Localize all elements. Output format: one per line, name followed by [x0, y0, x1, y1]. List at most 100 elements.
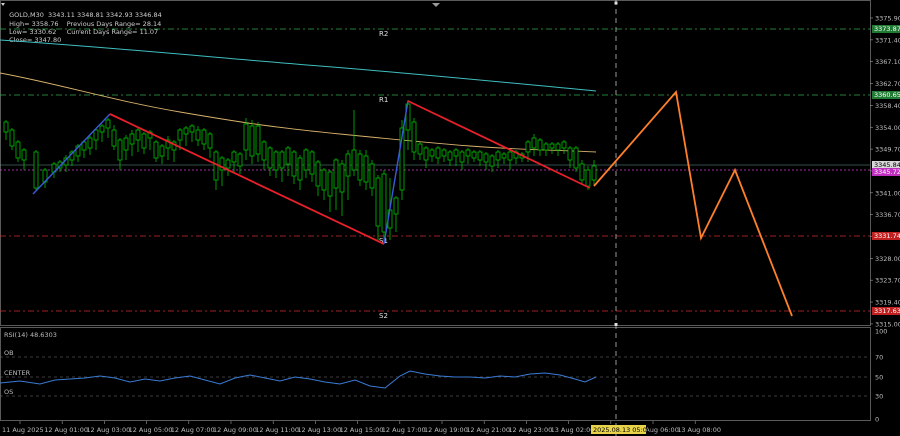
candle-body [501, 153, 507, 159]
candle-body [279, 151, 285, 169]
price-tick-label: 3354.00 [875, 124, 900, 132]
candle-body [213, 151, 219, 181]
candle-body [375, 177, 381, 227]
projection-path [593, 89, 793, 317]
price-tick-label: 3371.40 [875, 36, 900, 44]
candle-body [489, 155, 495, 167]
candle-body [285, 147, 291, 165]
scroll-marker-icon[interactable] [432, 3, 440, 7]
candle-body [177, 129, 183, 141]
rsi-ob-label: OB [4, 349, 14, 357]
time-label: 12 Aug 11:00 [255, 426, 299, 434]
candle-body [351, 149, 357, 171]
candle-body [453, 149, 459, 157]
time-label: 12 Aug 13:00 [297, 426, 341, 434]
header-dropdown-icon[interactable] [1, 3, 5, 6]
r2-price-tag-text: 3373.87 [874, 25, 900, 33]
candle-body [249, 125, 255, 157]
rsi-os-label: OS [4, 388, 13, 396]
slow-moving-average [0, 39, 597, 92]
candle-body [225, 159, 231, 169]
candle-body [159, 145, 165, 157]
rsi-tick-label: 70 [875, 354, 883, 362]
blue-trend-line-1 [32, 113, 111, 195]
candle-body [87, 137, 93, 149]
close-price-tag-text: 3345.72 [874, 168, 900, 176]
time-label: 13 Aug 08:00 [677, 426, 721, 434]
candle-body [369, 163, 375, 189]
time-label: 12 Aug 01:00 [44, 426, 88, 434]
candle-body [141, 133, 147, 149]
candle-body [525, 141, 531, 153]
time-label: 12 Aug 09:00 [213, 426, 257, 434]
candle-body [309, 151, 315, 175]
candle-body [495, 151, 501, 161]
time-label: 12 Aug 03:00 [86, 426, 130, 434]
time-highlight-text: 2025.08.13 05:00 [593, 426, 651, 434]
price-tick-label: 3319.40 [875, 299, 900, 307]
candle-body [129, 133, 135, 145]
candle-body [363, 155, 369, 183]
candle-body [117, 139, 123, 161]
candle-body [201, 129, 207, 145]
s1-price-tag-text: 3331.74 [874, 232, 900, 240]
candle-body [393, 197, 399, 215]
candle-body [555, 143, 561, 151]
candle-body [231, 151, 237, 163]
candle-body [441, 149, 447, 157]
candle-body [105, 119, 111, 129]
candle-body [447, 151, 453, 161]
time-label: 12 Aug 21:00 [466, 426, 510, 434]
candle-body [333, 159, 339, 189]
candle-body [255, 125, 261, 155]
candle-body [321, 169, 327, 191]
rsi-axis: 100 70 50 30 0 [875, 328, 887, 424]
main-panel-frame [0, 0, 871, 326]
candle-body [591, 165, 597, 181]
candle-body [237, 153, 243, 167]
time-label: 12 Aug 17:00 [382, 426, 426, 434]
r1-price-tag-text: 3360.65 [874, 91, 900, 99]
rsi-tick-label: 0 [875, 416, 879, 424]
candle-body [183, 127, 189, 135]
price-tick-label: 3375.90 [875, 15, 900, 23]
candle-body [261, 141, 267, 161]
candle-body [429, 149, 435, 157]
candle-body [303, 149, 309, 171]
candle-body [531, 137, 537, 149]
s2-price-tag-text: 3317.63 [874, 307, 900, 315]
rsi-tick-label: 30 [875, 393, 883, 401]
candle-body [21, 149, 27, 161]
candle-body [207, 133, 213, 149]
time-cursor-handle-bottom[interactable] [614, 323, 618, 326]
time-cursor-handle[interactable] [614, 1, 618, 5]
rsi-tick-label: 100 [875, 328, 887, 336]
candle-body [291, 151, 297, 177]
candle-body [273, 151, 279, 171]
candle-body [507, 151, 513, 161]
candle-body [435, 147, 441, 159]
price-tick-label: 3323.70 [875, 277, 900, 285]
candle-body [339, 163, 345, 193]
price-chart[interactable]: R2 R1 S1 S2 3375.903371.403367.103362.70… [0, 0, 900, 436]
candle-body [195, 129, 201, 141]
candle-body [483, 153, 489, 163]
time-label: 12 Aug 19:00 [424, 426, 468, 434]
candle-body [15, 141, 21, 159]
candle-body [411, 121, 417, 153]
candle-body [471, 151, 477, 159]
candle-body [465, 149, 471, 157]
time-label: 11 Aug 2025 [2, 426, 44, 434]
price-tick-label: 3349.70 [875, 146, 900, 154]
candle-body [153, 141, 159, 159]
candle-body [99, 125, 105, 133]
candle-body [315, 161, 321, 187]
candle-body [9, 129, 15, 147]
s2-label: S2 [379, 312, 388, 320]
candle-body [267, 147, 273, 169]
r1-label: R1 [379, 96, 388, 104]
rsi-tick-label: 50 [875, 374, 883, 382]
candle-body [297, 157, 303, 181]
candle-body [567, 147, 573, 161]
candle-body [459, 151, 465, 163]
